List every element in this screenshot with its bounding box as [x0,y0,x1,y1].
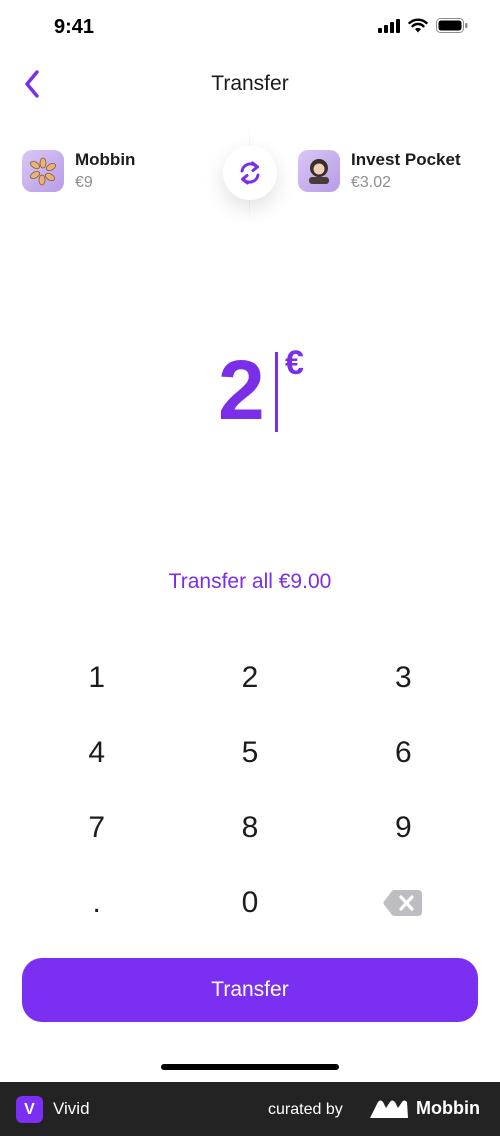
key-3[interactable]: 3 [327,640,480,715]
currency-symbol: € [285,344,304,382]
invest-pocket-icon [309,159,329,184]
footer-bar: V Vivid curated by Mobbin [0,1082,500,1136]
home-indicator [161,1064,339,1070]
text-caret [275,352,278,432]
amount-display: 2 € [0,340,500,440]
nav-bar: Transfer [0,56,500,112]
vivid-logo: V [16,1096,43,1123]
to-account[interactable]: Invest Pocket €3.02 [298,150,461,192]
transfer-all-link[interactable]: Transfer all €9.00 [0,570,500,594]
to-account-avatar [298,150,340,192]
swap-accounts-button[interactable] [223,146,277,200]
key-4[interactable]: 4 [20,715,173,790]
swap-arrows-icon [240,161,260,185]
delete-key[interactable] [327,865,480,940]
to-account-name: Invest Pocket [351,150,461,169]
key-5[interactable]: 5 [173,715,326,790]
transfer-button[interactable]: Transfer [22,958,478,1022]
mobbin-pocket-icon [30,157,56,186]
from-account[interactable]: Mobbin €9 [22,150,135,192]
key-decimal[interactable]: . [20,865,173,940]
curator-name: Mobbin [416,1098,480,1118]
amount-value: 2 [218,343,265,437]
signal-icon [378,18,400,33]
mobbin-logo-icon [370,1100,408,1118]
key-6[interactable]: 6 [327,715,480,790]
key-2[interactable]: 2 [173,640,326,715]
key-8[interactable]: 8 [173,790,326,865]
brand-name: Vivid [53,1099,90,1118]
curated-by-label: curated by [268,1101,343,1118]
wifi-icon [408,18,428,33]
backspace-icon [383,889,423,916]
key-1[interactable]: 1 [20,640,173,715]
status-bar: 9:41 [0,0,500,56]
from-account-name: Mobbin [75,150,136,169]
key-9[interactable]: 9 [327,790,480,865]
numeric-keypad: 1 2 3 4 5 6 7 8 9 . 0 [20,640,480,940]
account-selector: Mobbin €9 Invest Pocket €3.02 [0,120,500,230]
from-account-avatar [22,150,64,192]
status-icons [378,18,468,33]
key-0[interactable]: 0 [173,865,326,940]
page-title: Transfer [211,72,289,95]
status-time: 9:41 [54,16,95,38]
battery-icon [436,18,468,33]
from-account-balance: €9 [75,174,93,191]
key-7[interactable]: 7 [20,790,173,865]
to-account-balance: €3.02 [351,174,392,191]
